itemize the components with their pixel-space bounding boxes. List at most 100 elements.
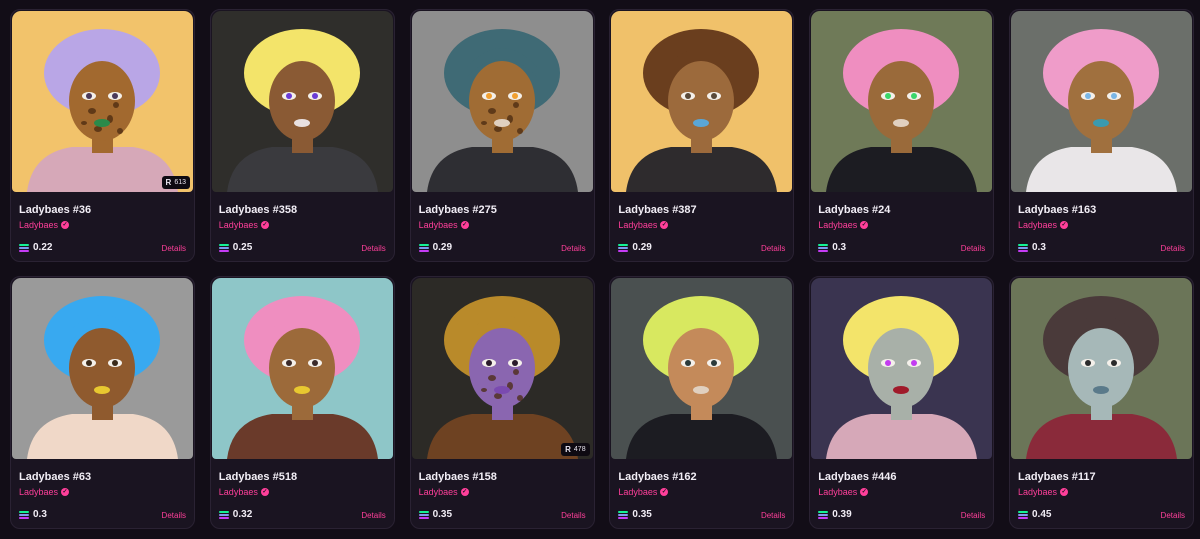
price: 0.25 (218, 242, 253, 253)
verified-check-icon: ✓ (860, 488, 869, 496)
collection-name: Ladybaes (1018, 487, 1058, 497)
nft-card[interactable]: Ladybaes #162 Ladybaes ✓ 0.35 Details (609, 276, 795, 529)
collection-link[interactable]: Ladybaes ✓ (19, 220, 70, 230)
details-link[interactable]: Details (162, 244, 186, 253)
nft-name[interactable]: Ladybaes #446 (818, 471, 896, 483)
nft-grid: R 613 Ladybaes #36 Ladybaes ✓ 0.22 Details Lady… (0, 0, 1200, 539)
collection-name: Ladybaes (19, 220, 59, 230)
nft-image[interactable] (1011, 11, 1192, 192)
price: 0.35 (618, 509, 652, 520)
nft-name[interactable]: Ladybaes #163 (1018, 204, 1096, 216)
solana-icon (618, 243, 629, 252)
price-value: 0.39 (832, 509, 852, 520)
nft-name[interactable]: Ladybaes #117 (1018, 471, 1096, 483)
collection-name: Ladybaes (618, 220, 658, 230)
details-link[interactable]: Details (1161, 244, 1185, 253)
price: 0.35 (418, 509, 452, 520)
nft-image[interactable] (811, 278, 993, 459)
collection-link[interactable]: Ladybaes ✓ (19, 487, 70, 497)
price: 0.32 (218, 509, 252, 520)
verified-check-icon: ✓ (61, 221, 70, 229)
nft-card[interactable]: Ladybaes #163 Ladybaes ✓ 0.3 Details (1009, 9, 1194, 262)
details-link[interactable]: Details (1161, 511, 1185, 520)
verified-check-icon: ✓ (660, 221, 669, 229)
details-link[interactable]: Details (561, 244, 585, 253)
price: 0.22 (19, 242, 52, 253)
price: 0.3 (1018, 242, 1046, 253)
price: 0.3 (818, 242, 846, 253)
rarity-icon: R (565, 445, 571, 454)
nft-name[interactable]: Ladybaes #158 (419, 471, 497, 483)
price-value: 0.45 (1032, 509, 1052, 520)
collection-name: Ladybaes (218, 487, 258, 497)
details-link[interactable]: Details (361, 511, 385, 520)
nft-card[interactable]: Ladybaes #24 Ladybaes ✓ 0.3 Details (809, 9, 995, 262)
collection-link[interactable]: Ladybaes ✓ (419, 220, 469, 230)
nft-image[interactable] (12, 278, 193, 459)
price-value: 0.3 (832, 242, 847, 253)
nft-image[interactable]: R 613 (12, 11, 193, 192)
rank-badge: R 478 (561, 443, 590, 456)
collection-link[interactable]: Ladybaes ✓ (419, 487, 469, 497)
nft-card[interactable]: Ladybaes #358 Ladybaes ✓ 0.25 Details (209, 9, 395, 262)
solana-icon (19, 243, 29, 252)
nft-name[interactable]: Ladybaes #387 (618, 204, 696, 216)
price: 0.45 (1018, 509, 1051, 520)
nft-image[interactable]: R 478 (411, 278, 593, 459)
details-link[interactable]: Details (961, 244, 985, 253)
nft-card[interactable]: Ladybaes #63 Ladybaes ✓ 0.3 Details (10, 276, 195, 529)
price-value: 0.25 (232, 242, 253, 253)
nft-image[interactable] (611, 278, 793, 459)
verified-check-icon: ✓ (1060, 488, 1069, 496)
nft-name[interactable]: Ladybaes #63 (19, 471, 91, 483)
details-link[interactable]: Details (761, 244, 785, 253)
details-link[interactable]: Details (761, 511, 785, 520)
nft-image[interactable] (611, 11, 793, 192)
collection-name: Ladybaes (618, 487, 658, 497)
nft-image[interactable] (211, 278, 393, 459)
solana-icon (218, 510, 229, 519)
nft-image[interactable] (811, 11, 993, 192)
nft-card[interactable]: Ladybaes #117 Ladybaes ✓ 0.45 Details (1009, 276, 1194, 529)
collection-link[interactable]: Ladybaes ✓ (219, 487, 269, 497)
collection-link[interactable]: Ladybaes ✓ (818, 220, 869, 230)
solana-icon (1018, 510, 1028, 519)
collection-link[interactable]: Ladybaes ✓ (1018, 487, 1069, 497)
price-value: 0.29 (632, 242, 652, 253)
nft-name[interactable]: Ladybaes #275 (419, 204, 497, 216)
nft-card[interactable]: R 478 Ladybaes #158 Ladybaes ✓ 0.35 Details (409, 276, 595, 529)
verified-check-icon: ✓ (260, 221, 269, 229)
collection-link[interactable]: Ladybaes ✓ (1018, 220, 1069, 230)
nft-image[interactable] (1011, 278, 1192, 459)
nft-card[interactable]: R 613 Ladybaes #36 Ladybaes ✓ 0.22 Details (10, 9, 195, 262)
nft-image[interactable] (211, 11, 393, 192)
price-value: 0.35 (632, 509, 652, 520)
verified-check-icon: ✓ (660, 488, 669, 496)
verified-check-icon: ✓ (1060, 221, 1069, 229)
nft-name[interactable]: Ladybaes #24 (818, 204, 890, 216)
nft-card[interactable]: Ladybaes #446 Ladybaes ✓ 0.39 Details (809, 276, 995, 529)
nft-name[interactable]: Ladybaes #36 (19, 204, 91, 216)
details-link[interactable]: Details (561, 511, 585, 520)
collection-link[interactable]: Ladybaes ✓ (818, 487, 869, 497)
price: 0.3 (19, 509, 47, 520)
collection-name: Ladybaes (818, 220, 858, 230)
verified-check-icon: ✓ (61, 488, 70, 496)
solana-icon (818, 510, 829, 519)
price-value: 0.3 (1032, 242, 1046, 253)
nft-card[interactable]: Ladybaes #275 Ladybaes ✓ 0.29 Details (409, 9, 595, 262)
collection-link[interactable]: Ladybaes ✓ (219, 220, 269, 230)
collection-link[interactable]: Ladybaes ✓ (618, 487, 669, 497)
nft-card[interactable]: Ladybaes #387 Ladybaes ✓ 0.29 Details (609, 9, 795, 262)
nft-card[interactable]: Ladybaes #518 Ladybaes ✓ 0.32 Details (209, 276, 395, 529)
collection-name: Ladybaes (418, 220, 458, 230)
nft-image[interactable] (411, 11, 593, 192)
collection-link[interactable]: Ladybaes ✓ (618, 220, 669, 230)
details-link[interactable]: Details (162, 511, 186, 520)
details-link[interactable]: Details (961, 511, 985, 520)
nft-name[interactable]: Ladybaes #162 (618, 471, 696, 483)
rank-value: 613 (174, 179, 186, 186)
details-link[interactable]: Details (361, 244, 385, 253)
nft-name[interactable]: Ladybaes #358 (219, 204, 297, 216)
nft-name[interactable]: Ladybaes #518 (219, 471, 297, 483)
